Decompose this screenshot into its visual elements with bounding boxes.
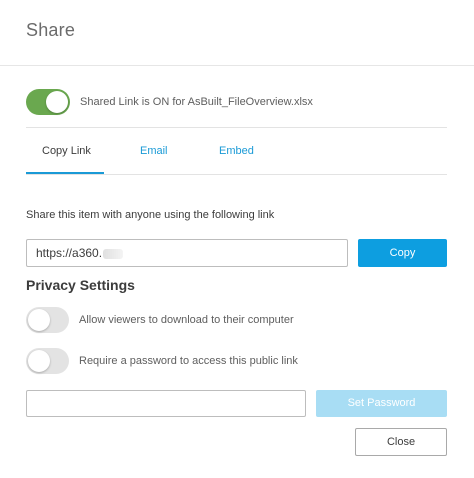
copy-button[interactable]: Copy	[358, 239, 447, 267]
share-link-value: https://a360.	[36, 246, 103, 260]
shared-link-toggle[interactable]	[26, 89, 70, 115]
toggle-knob	[28, 350, 50, 372]
redacted-link-tail	[103, 248, 124, 259]
privacy-settings-heading: Privacy Settings	[26, 277, 135, 293]
share-description: Share this item with anyone using the fo…	[26, 209, 275, 221]
allow-download-label: Allow viewers to download to their compu…	[79, 314, 294, 326]
dialog-title: Share	[26, 20, 76, 40]
allow-download-toggle[interactable]	[26, 307, 69, 333]
tab-copy-link[interactable]: Copy Link	[42, 145, 91, 157]
require-password-label: Require a password to access this public…	[79, 355, 298, 367]
share-link-field[interactable]: https://a360.	[26, 239, 348, 267]
dialog-header: Share	[0, 0, 474, 66]
tabs-divider	[26, 174, 447, 175]
share-dialog: Share Shared Link is ON for AsBuilt_File…	[0, 0, 474, 478]
shared-link-label: Shared Link is ON for AsBuilt_FileOvervi…	[80, 96, 313, 108]
tab-embed[interactable]: Embed	[219, 145, 254, 157]
require-password-toggle[interactable]	[26, 348, 69, 374]
set-password-button[interactable]: Set Password	[316, 390, 447, 417]
close-button[interactable]: Close	[355, 428, 447, 456]
tab-email[interactable]: Email	[140, 145, 168, 157]
toggle-knob	[28, 309, 50, 331]
divider	[26, 127, 447, 128]
password-input[interactable]	[26, 390, 306, 417]
toggle-knob	[46, 91, 68, 113]
